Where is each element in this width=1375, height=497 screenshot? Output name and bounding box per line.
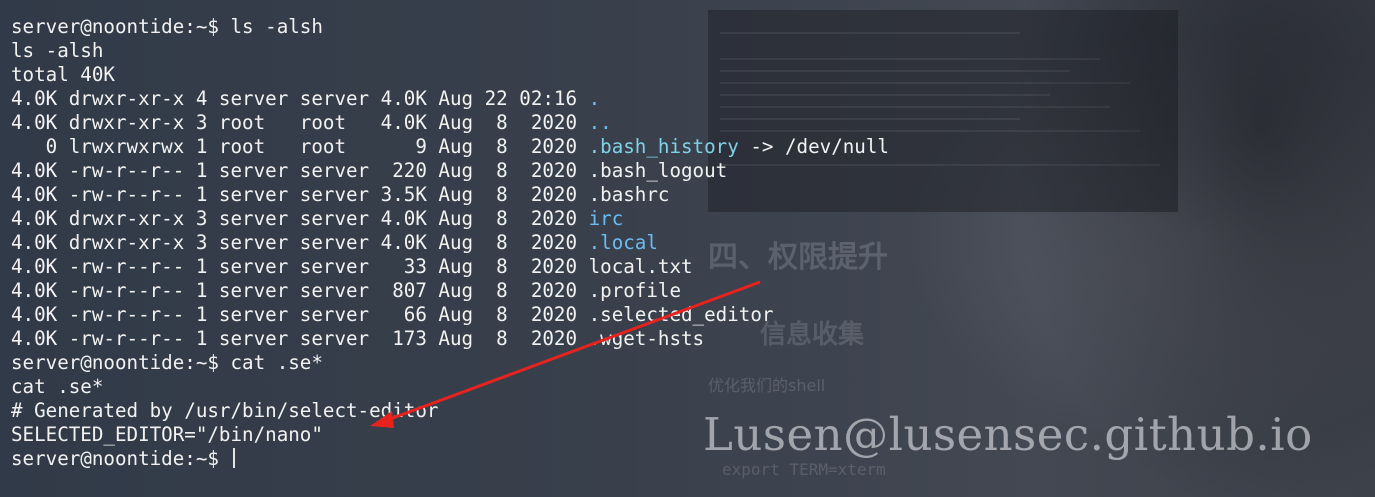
terminal-cursor[interactable] — [232, 448, 235, 468]
terminal-text: 4.0K drwxr-xr-x 3 server server 4.0K Aug… — [11, 207, 589, 230]
terminal-text: 4.0K -rw-r--r-- 1 server server 33 Aug 8… — [11, 255, 693, 278]
terminal-window[interactable]: 四、权限提升 信息收集 优化我们的shell export TERM=xterm… — [0, 0, 1375, 497]
symlink-name: .bash_history — [588, 135, 739, 158]
terminal-text: server@noontide:~$ — [11, 447, 231, 470]
terminal-text: -> /dev/null — [738, 135, 889, 158]
terminal-line: 4.0K drwxr-xr-x 3 server server 4.0K Aug… — [11, 231, 889, 255]
directory-name: .. — [588, 111, 612, 134]
terminal-line: 4.0K -rw-r--r-- 1 server server 3.5K Aug… — [11, 183, 889, 207]
terminal-line: 4.0K -rw-r--r-- 1 server server 220 Aug … — [11, 159, 889, 183]
terminal-text: total 40K — [11, 63, 115, 86]
terminal-text: SELECTED_EDITOR="/bin/nano" — [11, 423, 323, 446]
terminal-line: server@noontide:~$ cat .se* — [11, 351, 889, 375]
terminal-line: 4.0K -rw-r--r-- 1 server server 66 Aug 8… — [11, 303, 889, 327]
terminal-text: 4.0K -rw-r--r-- 1 server server 66 Aug 8… — [11, 303, 774, 326]
terminal-output[interactable]: server@noontide:~$ ls -alsh ls -alsh total… — [11, 15, 889, 471]
terminal-text: 4.0K -rw-r--r-- 1 server server 3.5K Aug… — [11, 183, 670, 206]
terminal-line: cat .se* — [11, 375, 889, 399]
terminal-line: 4.0K drwxr-xr-x 4 server server 4.0K Aug… — [11, 87, 889, 111]
directory-name: irc — [588, 207, 624, 230]
watermark: Lusen@lusensec.github.io — [703, 408, 1313, 461]
terminal-line: 4.0K -rw-r--r-- 1 server server 173 Aug … — [11, 327, 889, 351]
terminal-line: 4.0K drwxr-xr-x 3 server server 4.0K Aug… — [11, 207, 889, 231]
terminal-line: ls -alsh — [11, 39, 889, 63]
terminal-text: # Generated by /usr/bin/select-editor — [11, 399, 439, 422]
terminal-text: server@noontide:~$ cat .se* — [11, 351, 323, 374]
directory-name: .local — [588, 231, 658, 254]
terminal-text: 4.0K -rw-r--r-- 1 server server 220 Aug … — [11, 159, 728, 182]
terminal-line: 0 lrwxrwxrwx 1 root root 9 Aug 8 2020 .b… — [11, 135, 889, 159]
terminal-line: server@noontide:~$ ls -alsh — [11, 15, 889, 39]
terminal-text: 4.0K drwxr-xr-x 3 server server 4.0K Aug… — [11, 231, 589, 254]
terminal-text: cat .se* — [11, 375, 104, 398]
directory-name: . — [588, 87, 601, 110]
terminal-text: 0 lrwxrwxrwx 1 root root 9 Aug 8 2020 — [11, 135, 589, 158]
terminal-line: 4.0K drwxr-xr-x 3 root root 4.0K Aug 8 2… — [11, 111, 889, 135]
terminal-text: server@noontide:~$ ls -alsh — [11, 15, 323, 38]
terminal-text: 4.0K drwxr-xr-x 3 root root 4.0K Aug 8 2… — [11, 111, 589, 134]
terminal-text: 4.0K drwxr-xr-x 4 server server 4.0K Aug… — [11, 87, 589, 110]
terminal-line: 4.0K -rw-r--r-- 1 server server 33 Aug 8… — [11, 255, 889, 279]
terminal-text: 4.0K -rw-r--r-- 1 server server 807 Aug … — [11, 279, 682, 302]
terminal-text: ls -alsh — [11, 39, 104, 62]
terminal-line: total 40K — [11, 63, 889, 87]
terminal-line: 4.0K -rw-r--r-- 1 server server 807 Aug … — [11, 279, 889, 303]
terminal-text: 4.0K -rw-r--r-- 1 server server 173 Aug … — [11, 327, 705, 350]
